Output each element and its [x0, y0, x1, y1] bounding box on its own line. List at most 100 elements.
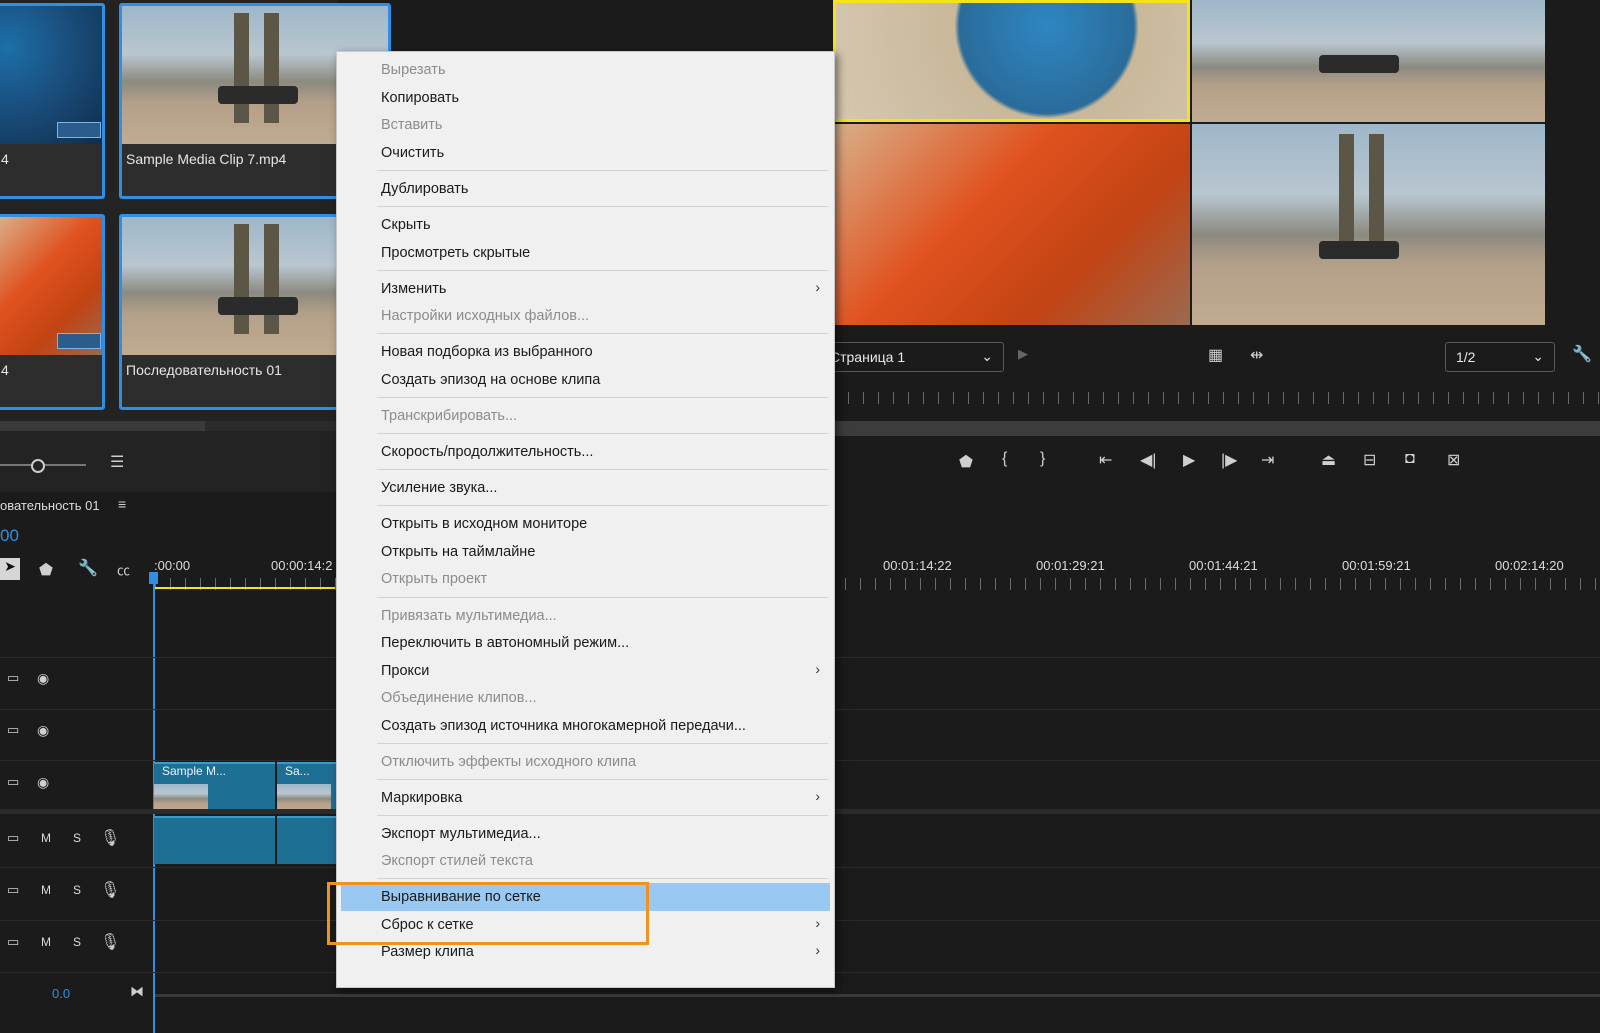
menu-item-source-settings: Настройки исходных файлов... — [381, 308, 590, 324]
solo-button[interactable]: S — [73, 935, 81, 949]
menu-item-open-source-monitor[interactable]: Открыть в исходном мониторе — [381, 514, 587, 534]
chevron-right-icon: › — [815, 915, 820, 931]
solo-button[interactable]: S — [73, 831, 81, 845]
multicam-toggle-icon[interactable]: ⊠ — [1447, 450, 1460, 470]
track-output-icon[interactable]: ▭ — [7, 774, 19, 790]
chevron-down-icon: ⌄ — [1532, 348, 1544, 364]
menu-item-audio-gain[interactable]: Усиление звука... — [381, 478, 497, 498]
clip-label: Sa... — [285, 764, 310, 778]
menu-item-make-offline[interactable]: Переключить в автономный режим... — [381, 633, 629, 653]
menu-item-open-timeline[interactable]: Открыть на таймлайне — [381, 542, 535, 562]
menu-item-duplicate[interactable]: Дублировать — [381, 179, 468, 199]
video-clip[interactable]: Sample M... — [154, 762, 275, 809]
track-output-icon[interactable]: ▭ — [7, 934, 19, 950]
go-to-out-icon[interactable]: ⇥ — [1261, 450, 1274, 470]
menu-item-clear[interactable]: Очистить — [381, 143, 444, 163]
audio-clip[interactable] — [154, 816, 275, 864]
step-forward-icon[interactable]: |▶ — [1221, 450, 1237, 470]
ruler-label: 00:00:14:2 — [271, 558, 333, 573]
scrollbar-thumb[interactable] — [0, 421, 205, 431]
multicam-angle-1[interactable] — [833, 0, 1190, 122]
sort-icon[interactable]: ☰ — [110, 452, 124, 472]
track-output-icon[interactable]: ▭ — [7, 830, 19, 846]
monitor-scrollbar[interactable] — [833, 421, 1600, 436]
safe-margins-icon[interactable]: ▦ — [1208, 345, 1223, 365]
video-audio-badge — [57, 333, 101, 349]
menu-item-view-hidden[interactable]: Просмотреть скрытые — [381, 243, 530, 263]
resolution-dropdown[interactable]: 1/2 ⌄ — [1445, 342, 1555, 372]
extract-icon[interactable]: ⊟ — [1363, 450, 1376, 470]
solo-button[interactable]: S — [73, 883, 81, 897]
multicam-angle-2[interactable] — [1192, 0, 1545, 122]
sequence-tab[interactable]: овательность 01 — [0, 498, 100, 513]
zoom-slider-handle[interactable] — [31, 459, 45, 473]
multicam-icon[interactable]: ⇹ — [1250, 345, 1263, 365]
page-dropdown[interactable]: Страница 1 ⌄ — [819, 342, 1004, 372]
play-triangle-icon[interactable]: ▶ — [1018, 346, 1028, 362]
selection-tool-icon[interactable]: ➤ — [0, 558, 20, 580]
playhead-timecode[interactable]: 00 — [0, 526, 19, 546]
eye-icon[interactable]: ◉ — [37, 774, 49, 791]
track-output-icon[interactable]: ▭ — [7, 670, 19, 686]
camera-icon[interactable]: ◘ — [1405, 450, 1415, 468]
chevron-right-icon: › — [815, 279, 820, 295]
microphone-icon[interactable]: 🎙 — [100, 932, 120, 952]
menu-item-export-media[interactable]: Экспорт мультимедиа... — [381, 824, 541, 844]
play-icon[interactable]: ▶ — [1183, 450, 1195, 470]
step-back-icon[interactable]: ◀| — [1140, 450, 1156, 470]
chevron-right-icon: › — [815, 942, 820, 958]
multicam-angle-3[interactable] — [833, 124, 1190, 325]
menu-item-disable-effects: Отключить эффекты исходного клипа — [381, 754, 637, 770]
monitor-ruler[interactable] — [833, 392, 1600, 404]
marker-icon[interactable]: ⬟ — [39, 560, 53, 580]
work-area-bar[interactable] — [155, 587, 335, 589]
menu-item-copy[interactable]: Копировать — [381, 88, 459, 108]
ruler-label: :00:00 — [154, 558, 191, 573]
ruler-label: 00:01:14:22 — [883, 558, 952, 573]
menu-item-cut: Вырезать — [381, 62, 446, 78]
menu-item-hide[interactable]: Скрыть — [381, 215, 431, 235]
ruler-label: 00:01:44:21 — [1189, 558, 1258, 573]
menu-item-speed-duration[interactable]: Скорость/продолжительность... — [381, 442, 593, 462]
mute-button[interactable]: M — [41, 831, 51, 845]
add-marker-icon[interactable]: ⬟ — [959, 452, 973, 472]
clip-thumbnail[interactable]: 4 — [0, 3, 105, 199]
clip-name: 4 — [0, 144, 102, 196]
chevron-down-icon: ⌄ — [981, 348, 993, 364]
audio-clip[interactable] — [277, 816, 337, 864]
multicam-angle-4[interactable] — [1192, 124, 1545, 325]
menu-item-modify[interactable]: Изменить — [381, 279, 446, 299]
menu-item-multicam-sequence[interactable]: Создать эпизод источника многокамерной п… — [381, 716, 746, 736]
mark-in-icon[interactable]: { — [1002, 450, 1007, 468]
menu-item-new-sequence[interactable]: Создать эпизод на основе клипа — [381, 370, 600, 390]
menu-item-merge-clips: Объединение клипов... — [381, 690, 537, 706]
menu-item-proxy[interactable]: Прокси — [381, 661, 429, 681]
eye-icon[interactable]: ◉ — [37, 670, 49, 687]
page-dropdown-value: Страница 1 — [830, 349, 906, 365]
menu-item-new-bin[interactable]: Новая подборка из выбранного — [381, 342, 593, 362]
mute-button[interactable]: M — [41, 935, 51, 949]
timeline-scrollbar[interactable] — [155, 994, 1600, 997]
track-output-icon[interactable]: ▭ — [7, 722, 19, 738]
track-output-icon[interactable]: ▭ — [7, 882, 19, 898]
master-volume[interactable]: 0.0 — [52, 986, 70, 1001]
microphone-icon[interactable]: 🎙 — [100, 828, 120, 848]
timeline-settings-icon[interactable]: 🔧 — [78, 558, 98, 578]
menu-item-clip-size[interactable]: Размер клипа — [381, 942, 474, 962]
clip-frame — [154, 784, 208, 809]
playhead-handle[interactable] — [149, 572, 158, 584]
clip-label: Sample M... — [162, 764, 227, 778]
mute-button[interactable]: M — [41, 883, 51, 897]
captions-icon[interactable]: ㏄ — [117, 560, 130, 579]
clip-thumbnail[interactable]: 4 — [0, 214, 105, 410]
eye-icon[interactable]: ◉ — [37, 722, 49, 739]
lift-icon[interactable]: ⏏ — [1321, 450, 1336, 470]
fit-icon[interactable]: ⧓ — [130, 983, 144, 1000]
microphone-icon[interactable]: 🎙 — [100, 880, 120, 900]
menu-item-label[interactable]: Маркировка — [381, 788, 462, 808]
panel-menu-icon[interactable]: ≡ — [118, 496, 126, 512]
video-clip[interactable]: Sa... — [277, 762, 337, 809]
mark-out-icon[interactable]: } — [1040, 450, 1045, 468]
go-to-in-icon[interactable]: ⇤ — [1099, 450, 1112, 470]
wrench-icon[interactable]: 🔧 — [1572, 344, 1592, 364]
